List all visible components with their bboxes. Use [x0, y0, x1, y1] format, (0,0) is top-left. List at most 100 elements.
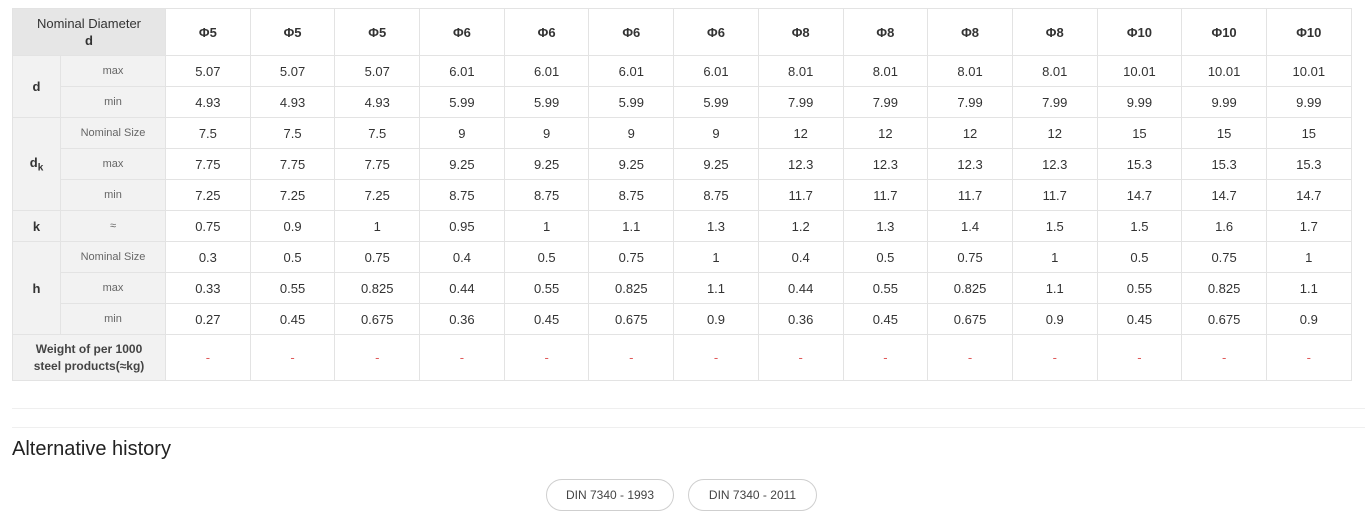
table-cell: 12: [1011, 117, 1098, 149]
table-cell: 0.75: [1181, 241, 1267, 273]
param-dk: dk: [12, 117, 61, 211]
table-cell: 1.2: [757, 210, 844, 242]
table-cell: 9: [588, 117, 675, 149]
table-cell: 0.33: [165, 272, 251, 304]
table-cell: 6.01: [503, 55, 590, 87]
table-row: min 0.27 0.45 0.675 0.36 0.45 0.675 0.9 0.36 0.45…: [13, 303, 1352, 335]
table-row: dk Nominal Size 7.5 7.5 7.5 9 9 9 9 12 12 12 12 15 15 1…: [12, 117, 1352, 211]
table-cell: 0.5: [249, 241, 336, 273]
size-header: Φ5: [249, 8, 336, 56]
table-cell: 12: [842, 117, 929, 149]
size-header: Φ8: [927, 8, 1013, 56]
table-cell: 0.5: [1096, 241, 1183, 273]
table-row: min 7.25 7.25 7.25 8.75 8.75 8.75 8.75 11.7 11.7 1…: [13, 179, 1352, 211]
table-cell: 4.93: [249, 86, 336, 118]
table-cell: 0.55: [249, 272, 336, 304]
spec-table: Nominal Diameter d Φ5 Φ5 Φ5 Φ6 Φ6 Φ6 Φ6 Φ8 Φ8 Φ8 Φ8 Φ…: [11, 8, 1352, 381]
table-cell: 0.5: [842, 241, 929, 273]
table-cell: 1.1: [1265, 272, 1352, 304]
weight-cell: -: [842, 334, 929, 381]
table-cell: 0.36: [757, 303, 844, 335]
table-cell: 1.4: [927, 210, 1013, 242]
table-cell: 6.01: [588, 55, 675, 87]
table-cell: 0.75: [927, 241, 1013, 273]
table-cell: 1.1: [673, 272, 759, 304]
din-7340-2011-button[interactable]: DIN 7340 - 2011: [688, 479, 817, 511]
weight-row: Weight of per 1000 steel products(≈kg) - - -…: [11, 334, 1352, 381]
table-cell: 10.01: [1181, 55, 1267, 87]
param-dk-sub: k: [37, 162, 44, 174]
table-cell: 12.3: [842, 148, 929, 180]
table-cell: 5.99: [419, 86, 505, 118]
din-7340-1993-button[interactable]: DIN 7340 - 1993: [546, 479, 674, 511]
weight-cell: -: [1265, 334, 1352, 381]
table-cell: 8.75: [503, 179, 590, 211]
row-sublabel: max: [59, 55, 167, 87]
table-cell: 7.75: [249, 148, 336, 180]
table-cell: 12.3: [1011, 148, 1098, 180]
size-header: Φ6: [673, 8, 759, 56]
weight-cell: -: [419, 334, 505, 381]
table-cell: 0.95: [419, 210, 505, 242]
table-cell: 11.7: [842, 179, 929, 211]
table-cell: 0.825: [334, 272, 421, 304]
weight-cell: -: [927, 334, 1013, 381]
table-cell: 0.825: [927, 272, 1013, 304]
table-cell: 6.01: [673, 55, 759, 87]
weight-cell: -: [673, 334, 759, 381]
size-header: Φ8: [1011, 8, 1098, 56]
row-sublabel: min: [59, 303, 167, 335]
table-cell: 15: [1096, 117, 1183, 149]
table-cell: 7.25: [334, 179, 421, 211]
table-cell: 5.99: [503, 86, 590, 118]
weight-cell: -: [757, 334, 844, 381]
table-cell: 1: [673, 241, 759, 273]
size-header: Φ5: [165, 8, 251, 56]
weight-cell: -: [249, 334, 336, 381]
table-cell: 14.7: [1096, 179, 1183, 211]
table-row: h Nominal Size 0.3 0.5 0.75 0.4 0.5 0.75 1 0.4 0.5…: [12, 241, 1352, 335]
weight-cell: -: [165, 334, 251, 381]
table-cell: 11.7: [927, 179, 1013, 211]
table-cell: 0.75: [588, 241, 675, 273]
table-cell: 15: [1265, 117, 1352, 149]
table-cell: 0.27: [165, 303, 251, 335]
weight-cell: -: [1096, 334, 1183, 381]
table-cell: 0.675: [334, 303, 421, 335]
table-cell: 6.01: [419, 55, 505, 87]
table-cell: 7.99: [927, 86, 1013, 118]
corner-label: Nominal Diameter: [36, 16, 142, 31]
table-cell: 10.01: [1265, 55, 1352, 87]
table-cell: 0.9: [1011, 303, 1098, 335]
table-cell: 1: [503, 210, 590, 242]
table-cell: 0.675: [927, 303, 1013, 335]
section-divider: [12, 408, 1365, 428]
row-sublabel: min: [59, 86, 167, 118]
param-dk-main: d: [29, 154, 38, 170]
table-cell: 8.75: [588, 179, 675, 211]
table-cell: 0.45: [503, 303, 590, 335]
weight-cell: -: [334, 334, 421, 381]
table-cell: 12: [757, 117, 844, 149]
size-header: Φ10: [1096, 8, 1183, 56]
table-cell: 8.01: [757, 55, 844, 87]
row-sublabel: ≈: [59, 210, 167, 242]
table-cell: 1: [334, 210, 421, 242]
table-cell: 15.3: [1265, 148, 1352, 180]
table-cell: 9.25: [503, 148, 590, 180]
table-cell: 9: [503, 117, 590, 149]
table-cell: 0.55: [1096, 272, 1183, 304]
table-cell: 9.25: [588, 148, 675, 180]
table-cell: 8.75: [419, 179, 505, 211]
weight-label-line2: steel products(≈kg): [33, 358, 145, 373]
table-cell: 9.25: [673, 148, 759, 180]
table-cell: 1.6: [1181, 210, 1267, 242]
table-cell: 0.3: [165, 241, 251, 273]
row-sublabel: max: [59, 148, 167, 180]
table-cell: 7.5: [249, 117, 336, 149]
table-cell: 0.44: [419, 272, 505, 304]
table-cell: 0.9: [249, 210, 336, 242]
table-cell: 0.75: [165, 210, 251, 242]
table-cell: 8.01: [927, 55, 1013, 87]
table-cell: 1.7: [1265, 210, 1352, 242]
